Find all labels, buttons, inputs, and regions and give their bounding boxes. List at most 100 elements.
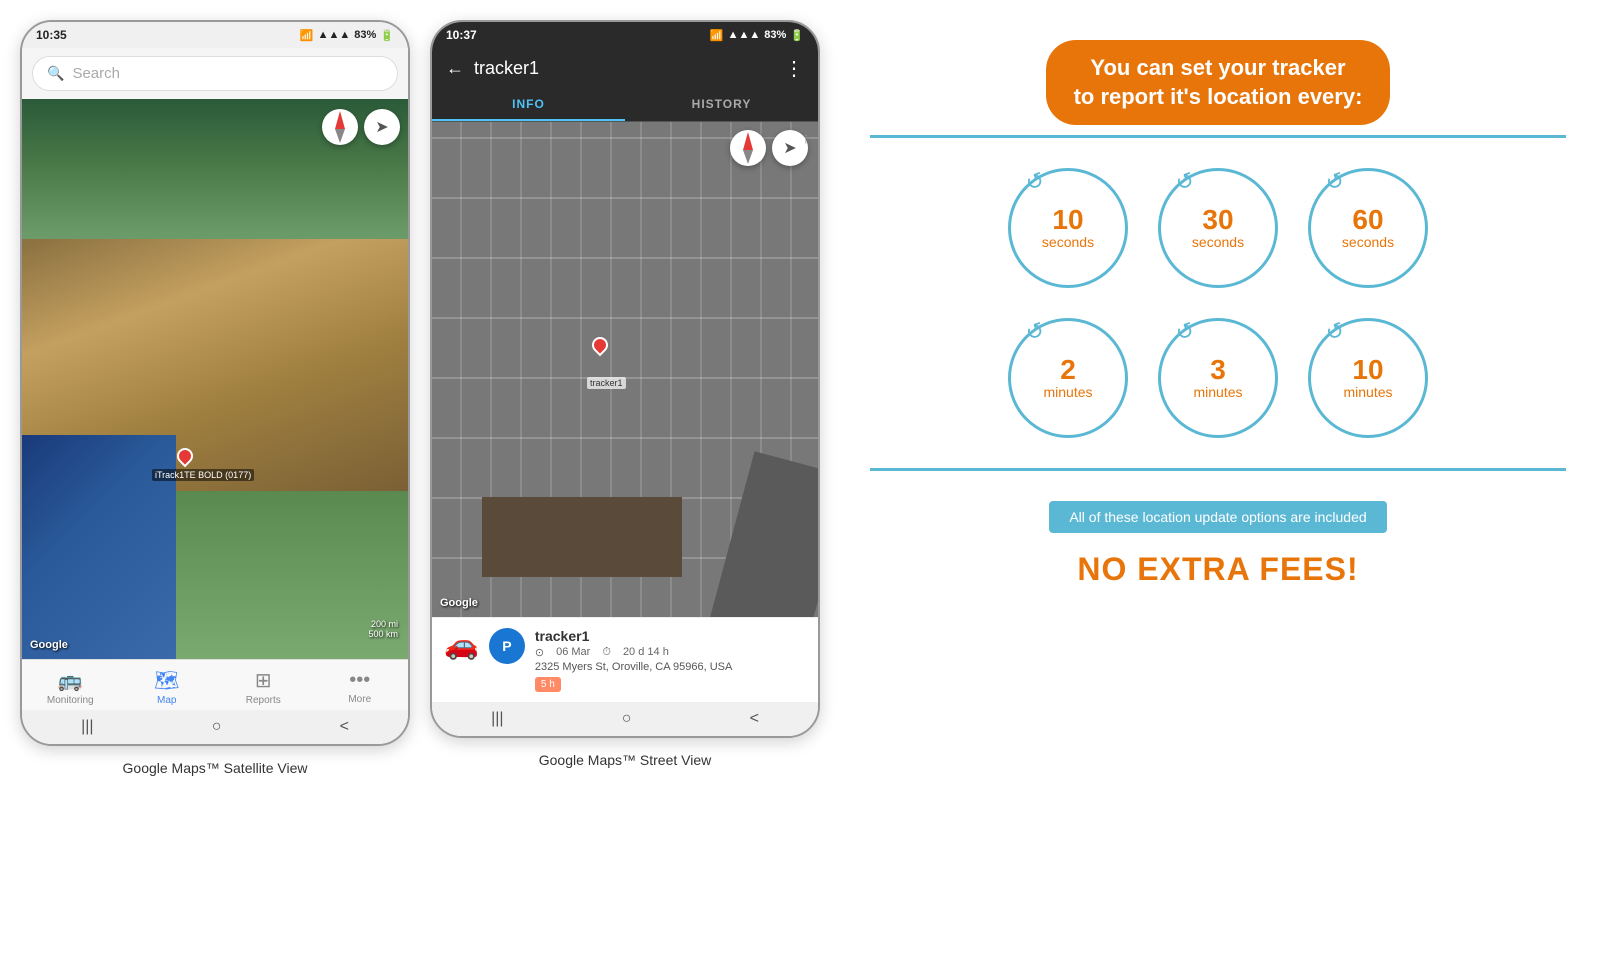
info-panel: You can set your trackerto report it's l…: [840, 20, 1596, 608]
circle-3m: ↺ 3 minutes: [1158, 318, 1278, 438]
compass-needle-up: [335, 111, 345, 129]
circles-row-1: ↺ 10 seconds ↺ 30 seconds ↺ 60 seconds: [1008, 168, 1428, 288]
satellite-map[interactable]: ➤ iTrack1TE BOLD (0177) Google 200 mi 50…: [22, 99, 408, 659]
street-view-map[interactable]: ➤ tracker1 Google ↑: [432, 122, 818, 617]
tracker-icon-letter: P: [502, 638, 511, 654]
accent-line-mid: [870, 468, 1566, 471]
circle-2m-unit: minutes: [1043, 384, 1092, 400]
no-extra-fees-text: NO EXTRA FEES!: [1077, 551, 1358, 588]
search-input-container[interactable]: 🔍 Search: [32, 56, 398, 91]
phone2-tabs: INFO HISTORY: [432, 89, 818, 122]
compass-button-2[interactable]: [730, 130, 766, 166]
tracker-date: 06 Mar: [556, 646, 590, 659]
menu-icon[interactable]: ⋮: [784, 56, 804, 81]
circle-10m-arrow: ↺: [1322, 317, 1348, 348]
compass-needle-2-up: [743, 132, 753, 150]
gesture2-back[interactable]: <: [750, 710, 759, 728]
circle-30s-unit: seconds: [1192, 234, 1244, 250]
circle-2m-arrow: ↺: [1022, 317, 1048, 348]
gesture-home[interactable]: ○: [212, 718, 222, 736]
monitoring-icon: 🚌: [58, 668, 83, 693]
tab-info[interactable]: INFO: [432, 89, 625, 121]
phone1-battery-icon: 🔋: [380, 29, 394, 42]
search-icon: 🔍: [47, 65, 64, 82]
phone1-signal: ▲▲▲: [318, 29, 351, 41]
circle-3m-unit: minutes: [1193, 384, 1242, 400]
circle-10m-unit: minutes: [1343, 384, 1392, 400]
phone2-caption: Google Maps™ Street View: [539, 752, 712, 768]
phone1-wifi-icon: 📶: [300, 29, 314, 42]
phone1-status-bar: 10:35 📶 ▲▲▲ 83% 🔋: [22, 22, 408, 48]
phone2-wifi-icon: 📶: [710, 29, 724, 42]
gesture-recent[interactable]: |||: [81, 718, 93, 736]
nav-map[interactable]: 🗺 Map: [137, 668, 197, 706]
map-scale: 200 mi 500 km: [368, 619, 398, 639]
gesture2-recent[interactable]: |||: [491, 710, 503, 728]
phone2-status-bar: 10:37 📶 ▲▲▲ 83% 🔋: [432, 22, 818, 48]
tracker-type-icon: P: [489, 628, 525, 664]
accent-line-top: [870, 135, 1566, 138]
back-button[interactable]: ←: [446, 58, 464, 79]
tracker-title: tracker1: [474, 58, 774, 79]
circle-10s-number: 10: [1052, 206, 1083, 234]
compass-needle-2-down: [743, 150, 753, 164]
phone1-caption: Google Maps™ Satellite View: [123, 760, 308, 776]
phone1-search-bar: 🔍 Search: [22, 48, 408, 99]
phone2-time: 10:37: [446, 28, 477, 42]
tracker-car-icon: 🚗: [444, 628, 479, 661]
circle-3m-number: 3: [1210, 356, 1226, 384]
compass-button[interactable]: [322, 109, 358, 145]
tab-history[interactable]: HISTORY: [625, 89, 818, 121]
gesture2-home[interactable]: ○: [622, 710, 632, 728]
circle-30s-number: 30: [1202, 206, 1233, 234]
map-label: Map: [157, 695, 176, 706]
phone2-wrapper: 10:37 📶 ▲▲▲ 83% 🔋 ← tracker1 ⋮ INFO HIST…: [430, 20, 820, 768]
circle-10s-unit: seconds: [1042, 234, 1094, 250]
tracker-address: 2325 Myers St, Oroville, CA 95966, USA: [535, 661, 806, 673]
tracker-info-card: 🚗 P tracker1 ⊙ 06 Mar ⏱ 20 d 14 h 2325 M…: [432, 617, 818, 702]
tracker1-map-label: tracker1: [587, 377, 626, 389]
tracker-duration: 20 d 14 h: [623, 646, 669, 659]
monitoring-label: Monitoring: [47, 695, 94, 706]
circle-10m: ↺ 10 minutes: [1308, 318, 1428, 438]
location-button[interactable]: ➤: [364, 109, 400, 145]
no-extra-fees-banner: All of these location update options are…: [1049, 501, 1386, 533]
more-icon: •••: [349, 669, 370, 692]
tracker-date-icon: ⊙: [535, 646, 544, 659]
phone2-battery-icon: 🔋: [790, 29, 804, 42]
tracker-pin-2: [592, 337, 608, 353]
location-icon: ➤: [375, 117, 388, 137]
scale-top: 200 mi: [368, 619, 398, 629]
tracker-meta: ⊙ 06 Mar ⏱ 20 d 14 h: [535, 646, 806, 659]
phone2-battery: 83%: [764, 29, 786, 41]
scale-bottom: 500 km: [368, 629, 398, 639]
circles-row-2: ↺ 2 minutes ↺ 3 minutes ↺ 10 minutes: [1008, 318, 1428, 438]
more-label: More: [348, 694, 371, 705]
scroll-button[interactable]: ↑: [802, 130, 810, 148]
phone2-mockup: 10:37 📶 ▲▲▲ 83% 🔋 ← tracker1 ⋮ INFO HIST…: [430, 20, 820, 738]
building: [482, 497, 682, 577]
phone1-time: 10:35: [36, 28, 67, 42]
nav-monitoring[interactable]: 🚌 Monitoring: [40, 668, 100, 706]
phone1-battery: 83%: [354, 29, 376, 41]
location-icon-2: ➤: [783, 138, 796, 158]
circle-2m: ↺ 2 minutes: [1008, 318, 1128, 438]
phone1-mockup: 10:35 📶 ▲▲▲ 83% 🔋 🔍 Search: [20, 20, 410, 746]
circle-10s-arrow: ↺: [1022, 167, 1048, 198]
circle-60s-arrow: ↺: [1322, 167, 1348, 198]
phone2-signal: ▲▲▲: [728, 29, 761, 41]
circle-30s-arrow: ↺: [1172, 167, 1198, 198]
tracker-details: tracker1 ⊙ 06 Mar ⏱ 20 d 14 h 2325 Myers…: [535, 628, 806, 692]
circle-60s-number: 60: [1352, 206, 1383, 234]
nav-more[interactable]: ••• More: [330, 669, 390, 705]
phone2-status-right: 📶 ▲▲▲ 83% 🔋: [710, 29, 804, 42]
circle-60s: ↺ 60 seconds: [1308, 168, 1428, 288]
phone1-status-right: 📶 ▲▲▲ 83% 🔋: [300, 29, 394, 42]
circle-10s: ↺ 10 seconds: [1008, 168, 1128, 288]
gesture-back[interactable]: <: [340, 718, 349, 736]
headline-text: You can set your trackerto report it's l…: [1074, 55, 1363, 109]
tracker-map-label: iTrack1TE BOLD (0177): [152, 469, 254, 481]
google-logo-2: Google: [440, 597, 478, 609]
nav-reports[interactable]: ⊞ Reports: [233, 668, 293, 706]
tracker-pin: [177, 448, 193, 464]
